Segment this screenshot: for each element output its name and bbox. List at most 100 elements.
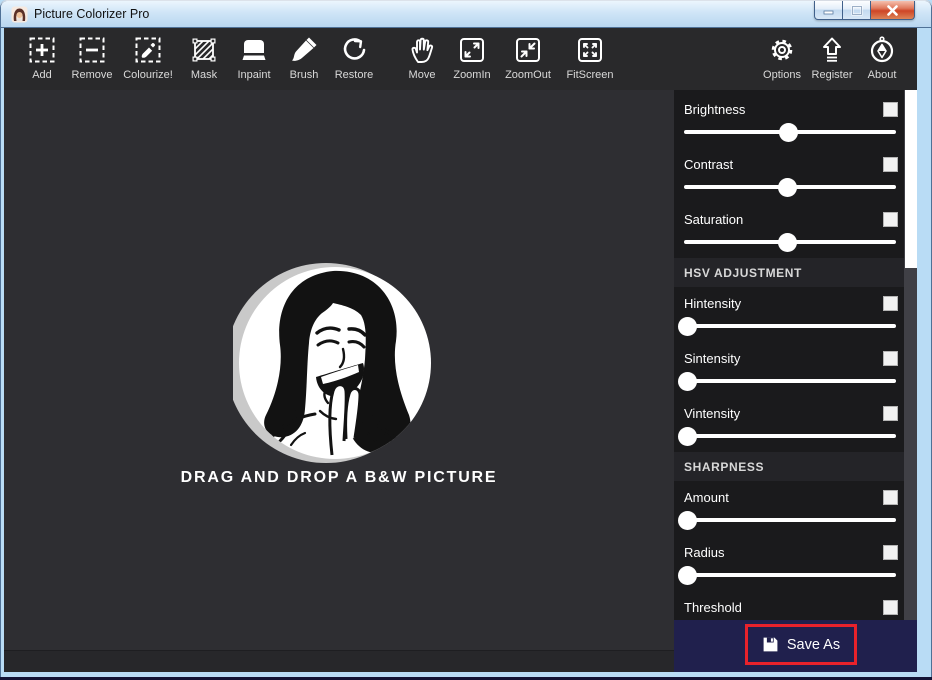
image-drop-zone[interactable]: DRAG AND DROP A B&W PICTURE [4,90,674,650]
radius-slider-thumb[interactable] [678,566,697,585]
vintensity-slider[interactable] [684,434,896,438]
slider-label: Vintensity [684,406,740,421]
toolbar-register-button[interactable]: Register [807,28,857,81]
window-controls [814,1,915,20]
drop-hint-text: DRAG AND DROP A B&W PICTURE [4,469,674,487]
toolbar-colourize-button[interactable]: Colourize! [117,28,179,81]
gear-icon [766,34,798,66]
app-window: Picture Colorizer Pro Add [0,0,932,680]
amount-checkbox[interactable] [883,490,898,505]
toolbar-zoomin-button[interactable]: ZoomIn [447,28,497,81]
slider-row-radius: Radius [674,536,904,591]
toolbar-label: Restore [335,69,374,81]
toolbar-label: ZoomIn [453,69,490,81]
title-bar: Picture Colorizer Pro [0,0,932,28]
save-bar: Save As [674,620,917,672]
save-as-label: Save As [787,637,840,653]
brightness-slider[interactable] [684,130,896,134]
inpaint-patch-icon [238,34,270,66]
radius-slider[interactable] [684,573,896,577]
remove-dashed-square-minus-icon [76,34,108,66]
saturation-slider[interactable] [684,240,896,244]
status-bar [4,650,674,672]
saturation-slider-thumb[interactable] [778,233,797,252]
maximize-button[interactable] [843,1,870,20]
compass-icon [866,34,898,66]
fit-screen-arrows-icon [574,34,606,66]
slider-label: Hintensity [684,296,741,311]
slider-row-hintensity: Hintensity [674,287,904,342]
paintbrush-icon [288,34,320,66]
toolbar-label: ZoomOut [505,69,551,81]
zoom-out-collapse-icon [512,34,544,66]
hintensity-checkbox[interactable] [883,296,898,311]
toolbar-remove-button[interactable]: Remove [67,28,117,81]
adjustment-panel: Brightness Contrast Saturation [674,90,904,646]
section-header-text: SHARPNESS [684,460,764,474]
radius-checkbox[interactable] [883,545,898,560]
toolbar-move-button[interactable]: Move [397,28,447,81]
adjustment-sidebar: Brightness Contrast Saturation [674,90,917,672]
amount-slider[interactable] [684,518,896,522]
brightness-checkbox[interactable] [883,102,898,117]
vintensity-checkbox[interactable] [883,406,898,421]
toolbar-label: Colourize! [123,69,173,81]
floppy-disk-icon [762,636,779,653]
sidebar-scrollbar[interactable] [904,90,917,620]
slider-row-saturation: Saturation [674,203,904,258]
saturation-checkbox[interactable] [883,212,898,227]
toolbar-inpaint-button[interactable]: Inpaint [229,28,279,81]
add-dashed-square-plus-icon [26,34,58,66]
toolbar-brush-button[interactable]: Brush [279,28,329,81]
toolbar-restore-button[interactable]: Restore [329,28,379,81]
brightness-slider-thumb[interactable] [779,123,798,142]
vintensity-slider-thumb[interactable] [678,427,697,446]
sintensity-checkbox[interactable] [883,351,898,366]
toolbar-label: Mask [191,69,217,81]
register-up-arrow-icon [816,34,848,66]
app-logo-icon [11,6,28,23]
slider-label: Radius [684,545,724,560]
sintensity-slider[interactable] [684,379,896,383]
toolbar-right-group: Options Register About [744,28,917,81]
window-title: Picture Colorizer Pro [34,7,149,21]
hintensity-slider[interactable] [684,324,896,328]
slider-row-brightness: Brightness [674,90,904,148]
bw-portrait-placeholder-image [233,263,433,463]
toolbar-add-button[interactable]: Add [17,28,67,81]
save-as-button[interactable]: Save As [762,636,840,653]
toolbar-mask-button[interactable]: Mask [179,28,229,81]
zoom-in-expand-icon [456,34,488,66]
close-button[interactable] [870,1,915,20]
toolbar-options-button[interactable]: Options [757,28,807,81]
scrollbar-thumb[interactable] [905,90,917,268]
toolbar-label: FitScreen [566,69,613,81]
toolbar-about-button[interactable]: About [857,28,907,81]
hintensity-slider-thumb[interactable] [678,317,697,336]
amount-slider-thumb[interactable] [678,511,697,530]
toolbar-label: Move [409,69,436,81]
slider-label: Amount [684,490,729,505]
section-header-text: HSV ADJUSTMENT [684,266,802,280]
toolbar-label: Brush [290,69,319,81]
slider-row-vintensity: Vintensity [674,397,904,452]
contrast-slider-thumb[interactable] [778,178,797,197]
slider-row-amount: Amount [674,481,904,536]
contrast-slider[interactable] [684,185,896,189]
sintensity-slider-thumb[interactable] [678,372,697,391]
toolbar-label: Remove [72,69,113,81]
threshold-checkbox[interactable] [883,600,898,615]
toolbar-label: Register [812,69,853,81]
slider-label: Contrast [684,157,733,172]
toolbar-zoomout-button[interactable]: ZoomOut [497,28,559,81]
minimize-button[interactable] [814,1,843,20]
toolbar: Add Remove Colourize! [4,28,917,90]
toolbar-label: About [868,69,897,81]
toolbar-fitscreen-button[interactable]: FitScreen [559,28,621,81]
move-hand-icon [406,34,438,66]
restore-undo-arrow-icon [338,34,370,66]
toolbar-label: Add [32,69,52,81]
slider-label: Brightness [684,102,745,117]
contrast-checkbox[interactable] [883,157,898,172]
slider-label: Sintensity [684,351,740,366]
